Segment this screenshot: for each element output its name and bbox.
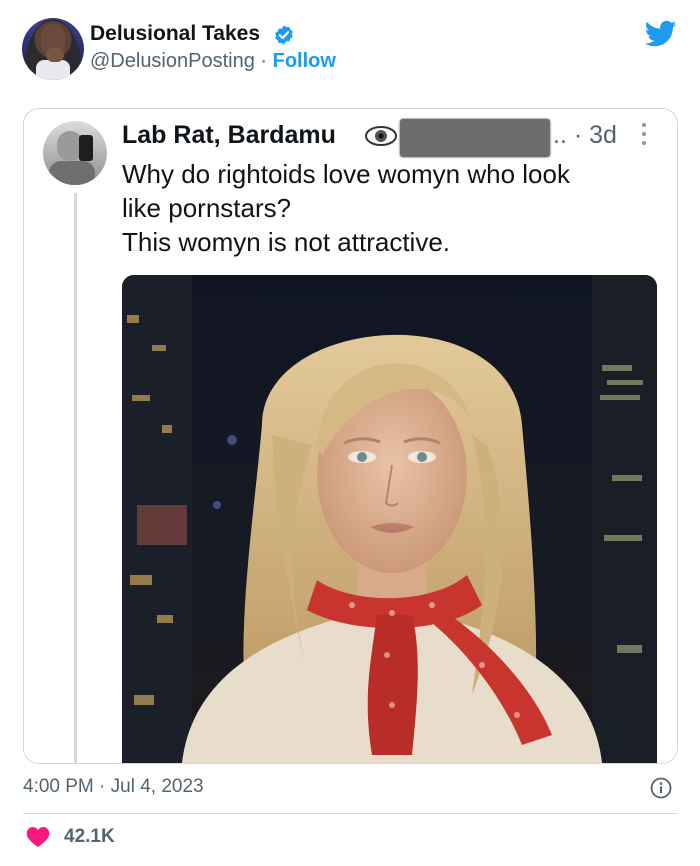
quoted-text-line: like pornstars? xyxy=(122,193,292,223)
quoted-text: Why do rightoids love womyn who look lik… xyxy=(122,157,662,259)
quoted-text-line: Why do rightoids love womyn who look xyxy=(122,159,570,189)
redacted-handle xyxy=(400,119,550,157)
info-icon[interactable] xyxy=(650,777,672,799)
tweet-card: Delusional Takes @DelusionPosting · Foll… xyxy=(0,0,700,866)
follow-button[interactable]: Follow xyxy=(273,50,336,72)
quoted-display-name[interactable]: Lab Rat, Bardamu xyxy=(122,121,336,150)
more-vertical-icon[interactable] xyxy=(638,119,650,149)
quoted-text-line: This womyn is not attractive. xyxy=(122,227,450,257)
tweet-timestamp[interactable]: 4:00 PM · Jul 4, 2023 xyxy=(23,776,204,798)
author-handle-row: @DelusionPosting · Follow xyxy=(90,50,336,73)
author-display-name[interactable]: Delusional Takes xyxy=(90,22,260,46)
quoted-meta: .. · 3d xyxy=(553,121,617,149)
thread-line xyxy=(74,193,77,763)
handle-separator: · xyxy=(254,50,273,72)
heart-icon[interactable] xyxy=(26,826,50,848)
author-handle[interactable]: @DelusionPosting xyxy=(90,50,255,72)
twitter-bird-icon[interactable] xyxy=(645,20,677,48)
like-count[interactable]: 42.1K xyxy=(64,826,115,848)
photo-illustration xyxy=(122,275,657,763)
eye-icon xyxy=(365,126,397,146)
divider xyxy=(23,813,677,814)
author-avatar[interactable] xyxy=(22,18,84,80)
verified-badge-icon xyxy=(275,25,293,45)
quoted-tweet[interactable]: Lab Rat, Bardamu .. · 3d Why do rightoid… xyxy=(23,108,678,764)
quoted-author-avatar[interactable] xyxy=(43,121,107,185)
quoted-photo[interactable] xyxy=(122,275,657,763)
